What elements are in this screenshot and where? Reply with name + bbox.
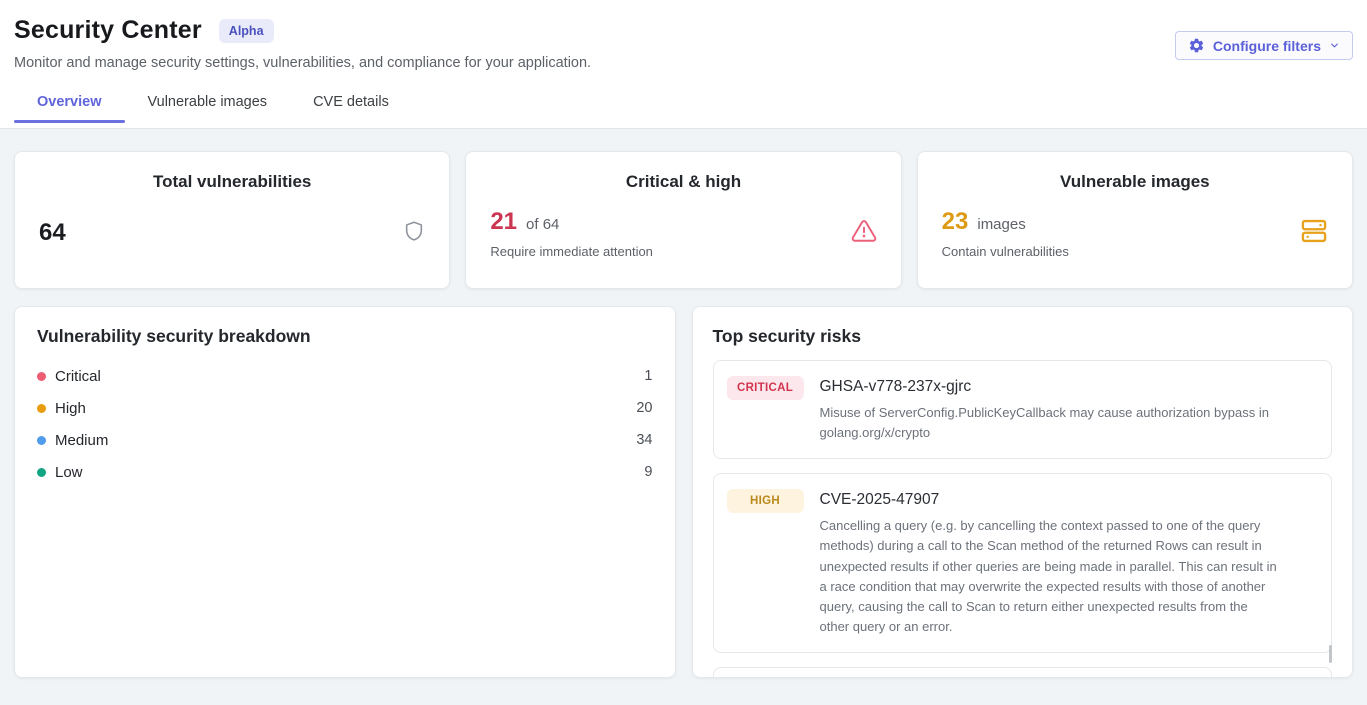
critical-high-subtext: Require immediate attention bbox=[490, 244, 653, 259]
page-title: Security Center bbox=[14, 16, 202, 45]
legend-label: Medium bbox=[55, 432, 108, 449]
stats-row: Total vulnerabilities 64 Critical & high… bbox=[14, 151, 1353, 289]
severity-badge: CRITICAL bbox=[727, 376, 804, 400]
title-row: Security Center Alpha bbox=[14, 16, 1353, 45]
card-body: 64 bbox=[39, 196, 425, 270]
breakdown-legend: Critical 1 High 20 Medium 34 Low 9 bbox=[37, 360, 653, 488]
shield-icon bbox=[403, 219, 425, 248]
card-title: Total vulnerabilities bbox=[39, 172, 425, 192]
vulnerability-breakdown-panel: Vulnerability security breakdown Critica… bbox=[14, 306, 676, 678]
risk-id: GHSA-v778-237x-gjrc bbox=[820, 378, 1280, 396]
legend-count: 9 bbox=[644, 464, 652, 480]
legend-label: High bbox=[55, 400, 86, 417]
card-body: 21 of 64 Require immediate attention bbox=[490, 196, 876, 270]
scrollbar-thumb[interactable] bbox=[1329, 645, 1332, 663]
vulnerable-images-value: 23 bbox=[942, 208, 969, 236]
legend-count: 34 bbox=[636, 432, 652, 448]
page-subtitle: Monitor and manage security settings, vu… bbox=[14, 55, 1353, 71]
vulnerable-images-subtext: Contain vulnerabilities bbox=[942, 244, 1069, 259]
critical-dot bbox=[37, 372, 46, 381]
configure-filters-button[interactable]: Configure filters bbox=[1175, 31, 1353, 60]
configure-filters-label: Configure filters bbox=[1213, 38, 1321, 54]
server-icon bbox=[1300, 217, 1328, 250]
legend-row-medium: Medium 34 bbox=[37, 424, 653, 456]
legend-count: 20 bbox=[636, 400, 652, 416]
top-security-risks-panel: Top security risks CRITICAL GHSA-v778-23… bbox=[692, 306, 1354, 678]
risk-description: Misuse of ServerConfig.PublicKeyCallback… bbox=[820, 403, 1280, 443]
chevron-down-icon bbox=[1329, 40, 1340, 51]
breakdown-title: Vulnerability security breakdown bbox=[37, 326, 653, 347]
total-vulnerabilities-card: Total vulnerabilities 64 bbox=[14, 151, 450, 289]
high-dot bbox=[37, 404, 46, 413]
page-header: Security Center Alpha Configure filters … bbox=[0, 0, 1367, 129]
panels-row: Vulnerability security breakdown Critica… bbox=[14, 306, 1353, 678]
vulnerable-images-card: Vulnerable images 23 images Contain vuln… bbox=[917, 151, 1353, 289]
tab-bar: Overview Vulnerable images CVE details bbox=[14, 87, 1353, 122]
risks-title: Top security risks bbox=[713, 326, 1333, 347]
critical-high-value: 21 bbox=[490, 208, 517, 236]
card-body: 23 images Contain vulnerabilities bbox=[942, 196, 1328, 270]
card-title: Vulnerable images bbox=[942, 172, 1328, 192]
main-content: Total vulnerabilities 64 Critical & high… bbox=[0, 129, 1367, 705]
legend-row-critical: Critical 1 bbox=[37, 360, 653, 392]
risk-body: CVE-2025-47907 Cancelling a query (e.g. … bbox=[820, 489, 1290, 637]
gear-icon bbox=[1188, 37, 1205, 54]
alert-triangle-icon bbox=[851, 218, 877, 249]
low-dot bbox=[37, 468, 46, 477]
critical-high-suffix: of 64 bbox=[526, 216, 559, 233]
medium-dot bbox=[37, 436, 46, 445]
risk-id: CVE-2025-47907 bbox=[820, 491, 1280, 509]
alpha-badge: Alpha bbox=[219, 19, 274, 43]
risk-item[interactable]: CRITICAL GHSA-v778-237x-gjrc Misuse of S… bbox=[713, 360, 1333, 459]
risk-item[interactable]: HIGH CVE-2025-9086 bbox=[713, 667, 1333, 678]
vulnerable-images-suffix: images bbox=[977, 216, 1025, 233]
tab-cve-details[interactable]: CVE details bbox=[290, 87, 412, 122]
legend-row-high: High 20 bbox=[37, 392, 653, 424]
critical-high-card: Critical & high 21 of 64 Require immedia… bbox=[465, 151, 901, 289]
risk-list: CRITICAL GHSA-v778-237x-gjrc Misuse of S… bbox=[713, 360, 1333, 678]
risk-description: Cancelling a query (e.g. by cancelling t… bbox=[820, 516, 1280, 637]
risk-item[interactable]: HIGH CVE-2025-47907 Cancelling a query (… bbox=[713, 473, 1333, 653]
legend-row-low: Low 9 bbox=[37, 456, 653, 488]
tab-overview[interactable]: Overview bbox=[14, 87, 125, 122]
total-vulnerabilities-value: 64 bbox=[39, 219, 66, 247]
tab-vulnerable-images[interactable]: Vulnerable images bbox=[125, 87, 291, 122]
risk-body: GHSA-v778-237x-gjrc Misuse of ServerConf… bbox=[820, 376, 1290, 443]
legend-count: 1 bbox=[644, 368, 652, 384]
severity-badge: HIGH bbox=[727, 489, 804, 513]
card-title: Critical & high bbox=[490, 172, 876, 192]
legend-label: Critical bbox=[55, 368, 101, 385]
legend-label: Low bbox=[55, 464, 83, 481]
